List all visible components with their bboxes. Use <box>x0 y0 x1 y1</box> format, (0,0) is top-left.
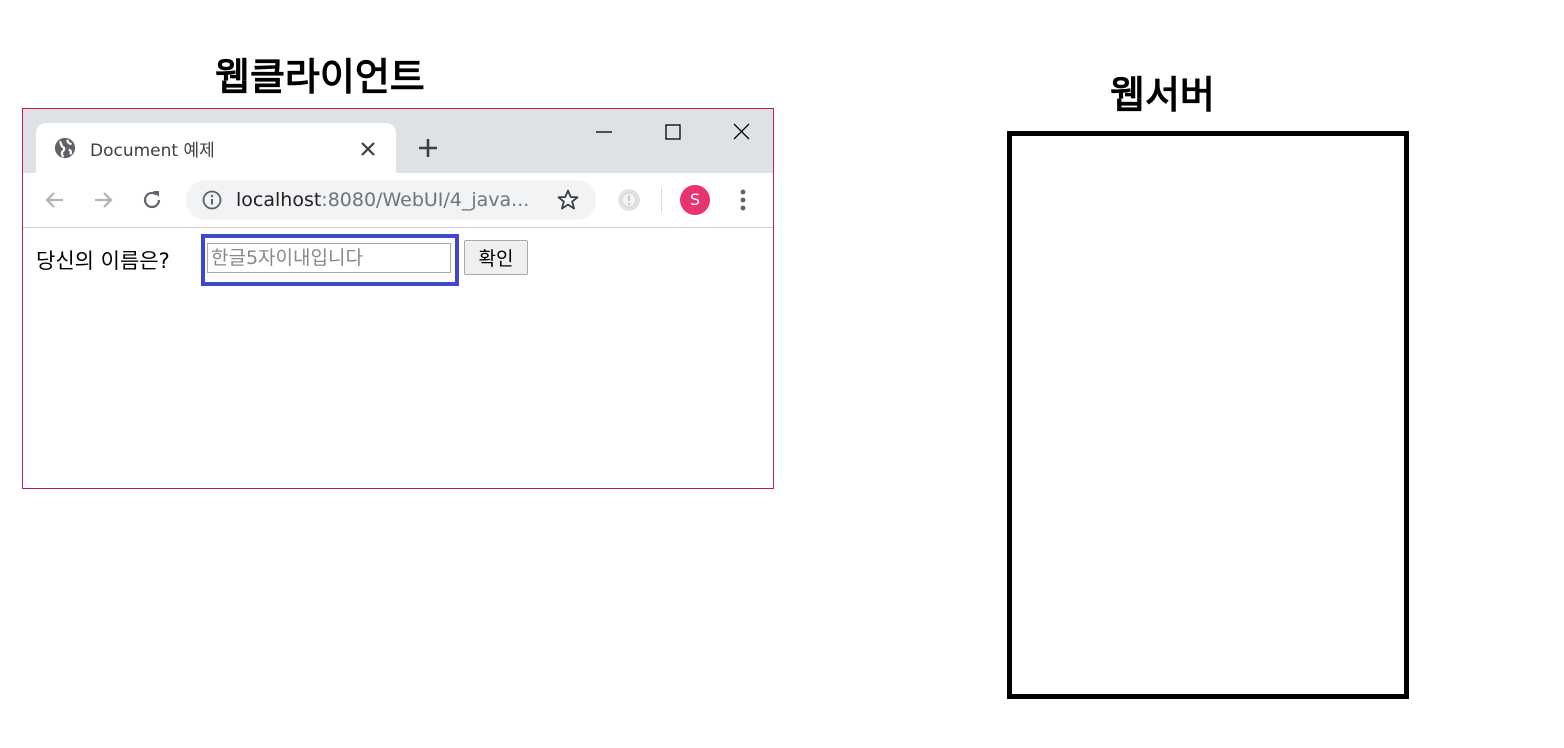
plus-icon[interactable] <box>415 135 441 161</box>
web-client-label: 웹클라이언트 <box>215 55 425 99</box>
name-input[interactable] <box>207 243 451 273</box>
tab-strip: Document 예제 <box>23 109 773 173</box>
confirm-button[interactable]: 확인 <box>464 240 528 275</box>
url-path: :8080/WebUI/4_java... <box>321 189 530 211</box>
name-question: 당신의 이름은? <box>36 249 170 273</box>
tab-title: Document 예제 <box>90 141 215 161</box>
extension-icon[interactable] <box>616 187 642 213</box>
close-icon[interactable] <box>358 139 378 159</box>
reload-icon[interactable] <box>140 188 164 212</box>
web-server-box <box>1007 131 1409 699</box>
address-bar[interactable]: localhost:8080/WebUI/4_java... <box>186 180 596 220</box>
info-icon[interactable] <box>202 190 222 210</box>
profile-avatar[interactable]: S <box>680 185 710 215</box>
page-content: 당신의 이름은? 확인 <box>23 228 773 488</box>
globe-icon <box>54 137 76 159</box>
toolbar-divider <box>661 187 662 213</box>
maximize-icon[interactable] <box>658 119 688 145</box>
close-window-icon[interactable] <box>726 119 756 145</box>
forward-arrow-icon[interactable] <box>91 188 115 212</box>
kebab-menu-icon[interactable] <box>731 187 755 213</box>
browser-tab[interactable]: Document 예제 <box>36 123 396 173</box>
browser-toolbar: localhost:8080/WebUI/4_java... S <box>23 173 773 228</box>
minimize-icon[interactable] <box>589 119 619 145</box>
browser-window: Document 예제 localhost:8080/WebUI/4_java.… <box>22 108 774 489</box>
url-host: localhost <box>236 189 322 211</box>
url-text[interactable]: localhost:8080/WebUI/4_java... <box>236 189 536 211</box>
star-icon[interactable] <box>556 188 580 212</box>
back-arrow-icon[interactable] <box>43 188 67 212</box>
web-server-label: 웹서버 <box>1110 73 1215 117</box>
